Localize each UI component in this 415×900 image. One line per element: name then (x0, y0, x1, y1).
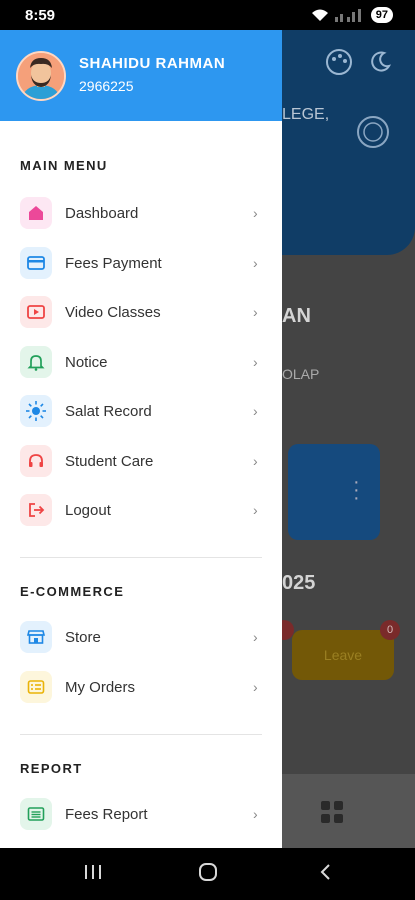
menu-label-my-orders: My Orders (65, 678, 136, 696)
grid-icon (321, 801, 343, 823)
college-logo-icon (357, 116, 389, 148)
section-title-main-menu: MAIN MENU (20, 158, 108, 173)
section-title-ecommerce: E-COMMERCE (20, 584, 125, 599)
logout-icon (20, 494, 52, 526)
signal-icon (334, 9, 361, 22)
user-id: 2966225 (79, 78, 134, 94)
menu-label-salat-record: Salat Record (65, 402, 152, 420)
chevron-right-icon: › (253, 502, 258, 518)
leave-button-label: Leave (323, 647, 363, 663)
chevron-right-icon: › (253, 304, 258, 320)
navigation-drawer: SHAHIDU RAHMAN 2966225 MAIN MENU Dashboa… (0, 30, 282, 848)
menu-label-dashboard: Dashboard (65, 204, 139, 222)
menu-label-notice: Notice (65, 353, 108, 371)
menu-label-video-classes: Video Classes (65, 303, 161, 321)
headset-icon (20, 445, 52, 477)
chevron-right-icon: › (253, 453, 258, 469)
leave-badge: 0 (380, 620, 400, 640)
back-icon[interactable] (316, 862, 336, 886)
chevron-right-icon: › (253, 205, 258, 221)
chevron-right-icon: › (253, 629, 258, 645)
menu-item-logout[interactable]: Logout › (0, 487, 282, 533)
menu-item-fees-payment[interactable]: Fees Payment › (0, 240, 282, 286)
menu-item-my-orders[interactable]: My Orders › (0, 664, 282, 710)
card-icon (20, 247, 52, 279)
recent-apps-icon[interactable] (83, 862, 103, 886)
user-name: SHAHIDU RAHMAN (79, 55, 226, 72)
menu-item-store[interactable]: Store › (0, 614, 282, 660)
background-place-text: OLAP (282, 366, 320, 382)
menu-item-fees-report[interactable]: Fees Report › (0, 791, 282, 837)
chevron-right-icon: › (253, 354, 258, 370)
background-college-text: LEGE, (282, 106, 330, 123)
menu-label-fees-payment: Fees Payment (65, 254, 162, 272)
background-card (288, 444, 380, 540)
user-avatar-icon (18, 53, 64, 99)
menu-label-logout: Logout (65, 501, 111, 519)
status-time: 8:59 (25, 7, 56, 24)
chevron-right-icon: › (253, 806, 258, 822)
video-icon (20, 296, 52, 328)
leave-button[interactable]: Leave (292, 630, 394, 680)
battery-badge: 97 (370, 7, 393, 23)
moon-icon (371, 51, 392, 72)
status-icons: 97 (311, 7, 393, 23)
menu-item-dashboard[interactable]: Dashboard › (0, 190, 282, 236)
menu-item-video-classes[interactable]: Video Classes › (0, 289, 282, 335)
drawer-header: SHAHIDU RAHMAN 2966225 (0, 30, 282, 121)
bell-icon (20, 346, 52, 378)
more-vert-icon: · · · (353, 471, 360, 509)
home-icon (20, 197, 52, 229)
section-title-report: REPORT (20, 761, 83, 776)
divider (20, 557, 262, 558)
menu-label-store: Store (65, 628, 101, 646)
report-icon (20, 798, 52, 830)
orders-icon (20, 671, 52, 703)
wifi-icon (311, 9, 328, 21)
system-nav-bar (0, 848, 415, 900)
home-button-icon[interactable] (198, 862, 218, 886)
avatar[interactable] (16, 51, 66, 101)
menu-item-salat-record[interactable]: Salat Record › (0, 388, 282, 434)
menu-label-fees-report: Fees Report (65, 805, 148, 823)
palette-icon (326, 49, 352, 75)
store-icon (20, 621, 52, 653)
chevron-right-icon: › (253, 255, 258, 271)
background-year-text: 025 (282, 572, 316, 594)
menu-item-student-care[interactable]: Student Care › (0, 438, 282, 484)
chevron-right-icon: › (253, 403, 258, 419)
chevron-right-icon: › (253, 679, 258, 695)
background-name-text: AN (282, 305, 311, 327)
menu-item-notice[interactable]: Notice › (0, 339, 282, 385)
menu-label-student-care: Student Care (65, 452, 154, 470)
sun-icon (20, 395, 52, 427)
divider (20, 734, 262, 735)
status-bar: 8:59 97 (0, 0, 415, 30)
